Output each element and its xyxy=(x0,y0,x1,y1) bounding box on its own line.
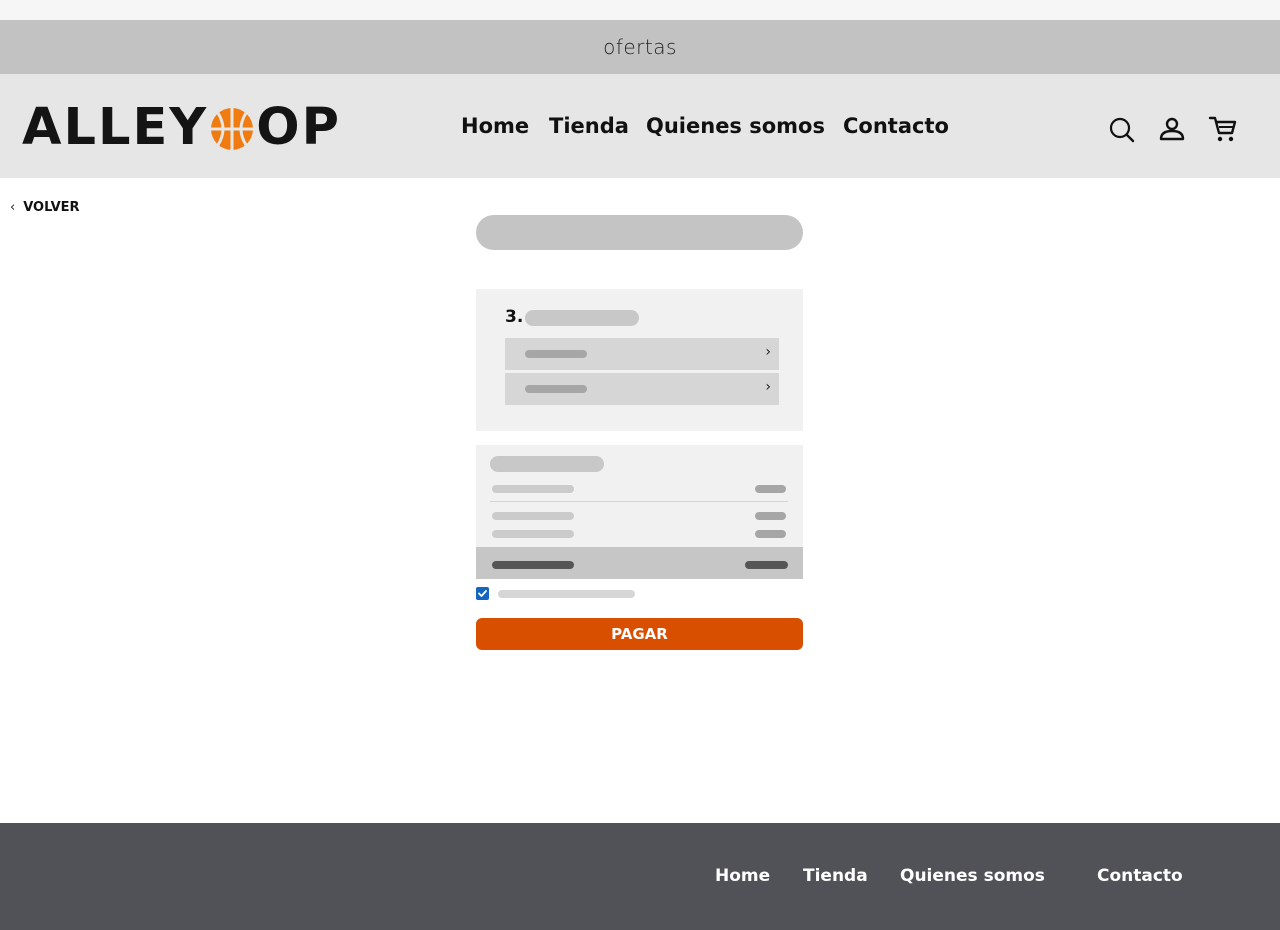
site-header: ALLEY OP Home Tienda Quienes somos Conta… xyxy=(0,74,1280,178)
summary-total-row xyxy=(476,547,803,579)
back-label: VOLVER xyxy=(23,200,80,215)
footer-nav-home[interactable]: Home xyxy=(715,866,770,886)
summary-line-value xyxy=(755,530,786,538)
chevron-left-icon: ‹ xyxy=(10,200,16,215)
nav-item-tienda[interactable]: Tienda xyxy=(549,114,629,138)
site-footer: Home Tienda Quienes somos Contacto xyxy=(0,823,1280,930)
payment-option[interactable]: › xyxy=(505,338,779,370)
summary-line-label xyxy=(492,485,574,493)
page-title-placeholder xyxy=(476,215,803,250)
main-nav: Home Tienda Quienes somos Contacto xyxy=(0,114,1280,142)
summary-line-label xyxy=(492,512,574,520)
summary-title-placeholder xyxy=(490,456,604,472)
nav-item-quienes-somos[interactable]: Quienes somos xyxy=(646,114,825,138)
option-label-placeholder xyxy=(525,350,587,358)
total-label-placeholder xyxy=(492,561,574,569)
back-link[interactable]: ‹ VOLVER xyxy=(10,200,80,215)
promo-bar[interactable]: ofertas xyxy=(0,20,1280,74)
footer-nav-quienes-somos[interactable]: Quienes somos xyxy=(900,866,1045,886)
top-strip xyxy=(0,0,1280,20)
step-number: 3. xyxy=(505,307,524,327)
search-icon[interactable] xyxy=(1107,114,1137,144)
footer-nav-contacto[interactable]: Contacto xyxy=(1097,866,1183,886)
step-panel: 3. › › xyxy=(476,289,803,431)
payment-option[interactable]: › xyxy=(505,373,779,405)
terms-checkbox[interactable] xyxy=(476,587,489,600)
footer-nav-tienda[interactable]: Tienda xyxy=(803,866,868,886)
summary-line-value xyxy=(755,485,786,493)
pay-button[interactable]: PAGAR xyxy=(476,618,803,650)
option-label-placeholder xyxy=(525,385,587,393)
chevron-right-icon: › xyxy=(765,344,771,360)
summary-line-value xyxy=(755,512,786,520)
nav-item-contacto[interactable]: Contacto xyxy=(843,114,949,138)
nav-item-home[interactable]: Home xyxy=(461,114,529,138)
summary-line-label xyxy=(492,530,574,538)
order-summary xyxy=(476,445,803,579)
summary-divider xyxy=(490,501,788,502)
cart-icon[interactable] xyxy=(1208,114,1238,144)
promo-text[interactable]: ofertas xyxy=(603,35,677,59)
total-value-placeholder xyxy=(745,561,788,569)
user-icon[interactable] xyxy=(1157,114,1187,144)
step-title-placeholder xyxy=(525,310,639,326)
terms-label-placeholder xyxy=(498,590,635,598)
chevron-right-icon: › xyxy=(765,379,771,395)
